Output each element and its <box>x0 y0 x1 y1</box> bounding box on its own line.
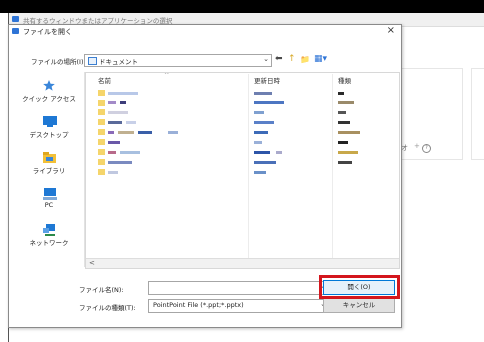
column-divider <box>332 74 333 267</box>
new-folder-icon[interactable]: 📁 <box>300 54 310 65</box>
star-icon <box>43 80 55 91</box>
column-header-modified[interactable]: 更新日時 <box>254 75 280 85</box>
view-menu-icon[interactable]: ▦▾ <box>314 54 327 65</box>
sidebar-item-desktop[interactable]: デスクトップ <box>14 116 84 139</box>
column-divider <box>248 74 249 267</box>
close-icon[interactable]: × <box>387 25 395 36</box>
sidebar-item-library[interactable]: ライブラリ <box>14 152 84 175</box>
sidebar-item-label: デスクトップ <box>29 131 69 139</box>
plus-icon: + <box>414 142 420 150</box>
back-icon[interactable]: ⬅ <box>275 54 283 65</box>
app-icon <box>12 16 19 22</box>
location-dropdown[interactable]: ドキュメント ⌄ <box>84 54 272 67</box>
sidebar-item-label: PC <box>44 201 54 209</box>
sidebar-item-network[interactable]: ネットワーク <box>14 224 84 247</box>
open-button-highlight <box>319 275 400 299</box>
sidebar-item-label: ライブラリ <box>32 167 66 175</box>
column-header-type[interactable]: 種類 <box>338 75 351 85</box>
sort-arrow-icon: ^ <box>164 72 170 79</box>
location-label: ファイルの場所(I): <box>31 58 86 66</box>
dialog-titlebar: ファイルを開く × <box>9 25 401 38</box>
folder-icon <box>88 57 97 65</box>
horizontal-scrollbar[interactable]: < <box>86 258 399 268</box>
filename-label: ファイル名(N): <box>79 286 124 294</box>
network-icon <box>43 224 55 236</box>
background-text: オ <box>401 144 408 152</box>
places-sidebar: クイック アクセス デスクトップ ライブラリ PC ネットワーク <box>14 72 85 267</box>
sidebar-item-label: クイック アクセス <box>22 95 76 103</box>
filetype-dropdown[interactable]: PointPoint File (*.ppt;*.pptx) ⌄ <box>148 299 330 313</box>
filetype-value: PointPoint File (*.ppt;*.pptx) <box>153 301 244 309</box>
desktop-icon <box>43 116 57 127</box>
chevron-down-icon: ⌄ <box>263 55 269 63</box>
library-icon <box>43 152 56 163</box>
cancel-button[interactable]: キャンセル <box>323 298 395 313</box>
filename-input[interactable]: ⌄ <box>148 281 330 295</box>
sidebar-item-quick-access[interactable]: クイック アクセス <box>14 80 84 103</box>
file-list[interactable]: 名前 ^ 更新日時 種類 < <box>85 72 400 269</box>
background-card <box>471 68 484 160</box>
chevron-left-icon[interactable]: < <box>89 259 95 267</box>
column-header-name[interactable]: 名前 <box>98 75 111 85</box>
app-icon <box>12 28 19 34</box>
location-value: ドキュメント <box>99 58 138 66</box>
up-folder-icon[interactable]: ↑ <box>288 54 296 65</box>
sidebar-item-label: ネットワーク <box>29 239 69 247</box>
sidebar-item-pc[interactable]: PC <box>14 188 84 209</box>
top-black-bar <box>0 0 484 13</box>
pc-icon <box>43 188 57 200</box>
help-icon[interactable]: ? <box>422 144 431 153</box>
filetype-label: ファイルの種類(T): <box>79 304 136 312</box>
dialog-title: ファイルを開く <box>23 28 72 36</box>
